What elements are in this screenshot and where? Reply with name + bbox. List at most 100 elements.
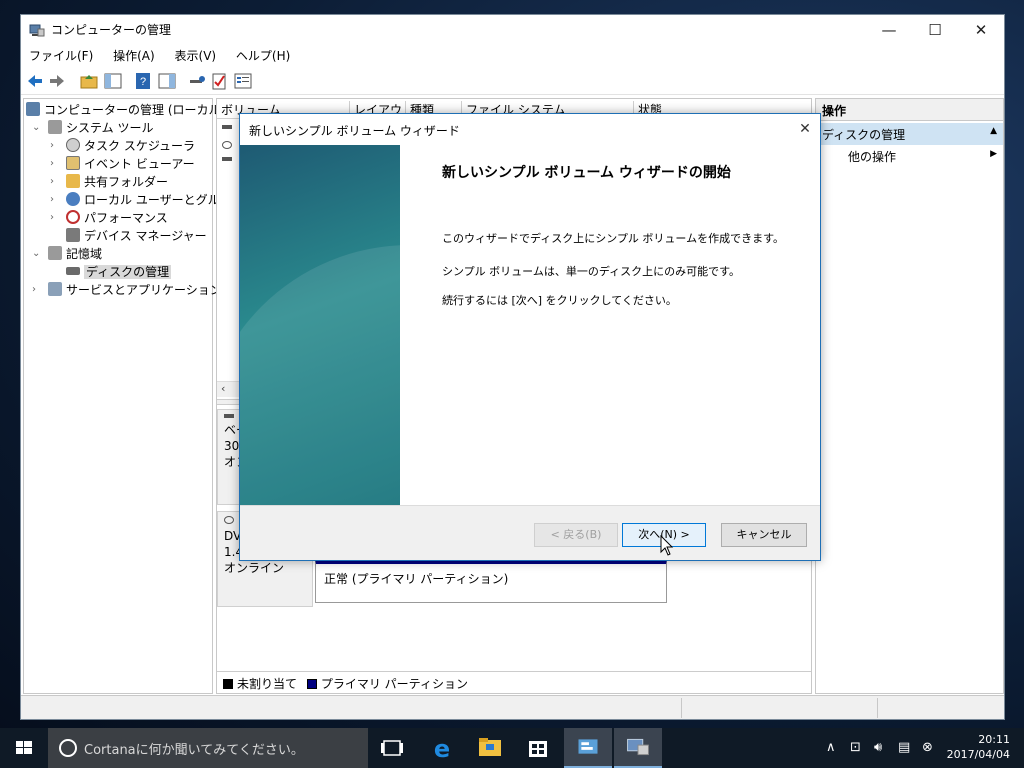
help-icon[interactable]: ? xyxy=(133,71,153,91)
action-center-icon[interactable]: ▤ xyxy=(898,740,910,755)
svg-text:?: ? xyxy=(140,76,146,88)
menu-help[interactable]: ヘルプ(H) xyxy=(228,45,298,64)
performance-icon xyxy=(66,210,80,224)
chevron-down-icon[interactable]: ⌄ xyxy=(32,245,44,263)
tree-label: パフォーマンス xyxy=(84,211,168,225)
computer-management-icon xyxy=(29,24,45,37)
windows-start-icon[interactable] xyxy=(0,728,48,768)
clock-icon xyxy=(66,138,80,152)
show-hide-action-pane-icon[interactable] xyxy=(157,71,177,91)
dvd-drive-icon xyxy=(222,141,232,149)
shared-folder-icon xyxy=(66,174,80,188)
chevron-right-icon[interactable]: › xyxy=(50,137,62,155)
tree-event-viewer[interactable]: › イベント ビューアー xyxy=(50,155,195,173)
cortana-search-box[interactable]: Cortanaに何か聞いてみてください。 xyxy=(48,728,368,768)
server-manager-taskbar-icon[interactable] xyxy=(564,728,612,768)
partition-status: 正常 (プライマリ パーティション) xyxy=(324,572,509,586)
dialog-title: 新しいシンプル ボリューム ウィザード xyxy=(249,124,460,138)
navigation-tree: コンピューターの管理 (ローカル) ⌄ システム ツール › タスク スケジューラ … xyxy=(23,98,243,694)
tree-disk-management[interactable]: ディスクの管理 xyxy=(66,263,172,281)
disk-icon xyxy=(224,414,234,418)
taskbar: Cortanaに何か聞いてみてください。 e ∧ ⊡ 🔊︎ ▤ ⊗ 20:11 … xyxy=(0,728,1024,768)
connect-icon[interactable] xyxy=(187,71,207,91)
clock-date: 2017/04/04 xyxy=(946,748,1010,761)
edge-browser-icon[interactable]: e xyxy=(418,728,466,768)
wizard-banner-image xyxy=(240,145,400,507)
volume-icon[interactable]: 🔊︎ xyxy=(874,740,882,755)
svg-text:e: e xyxy=(434,735,450,763)
computer-management-taskbar-icon[interactable] xyxy=(614,728,662,768)
checklist-icon[interactable] xyxy=(209,71,229,91)
wizard-heading: 新しいシンプル ボリューム ウィザードの開始 xyxy=(442,165,731,181)
actions-section-disk-management[interactable]: ディスクの管理 ▲ xyxy=(816,123,1003,145)
cancel-button[interactable]: キャンセル xyxy=(721,523,807,547)
actions-more-label: 他の操作 xyxy=(848,150,897,164)
chevron-right-icon[interactable]: › xyxy=(50,155,62,173)
legend-primary-swatch xyxy=(306,679,317,689)
services-icon xyxy=(48,282,62,296)
tree-device-manager[interactable]: デバイス マネージャー xyxy=(66,227,207,245)
chevron-down-icon[interactable]: ⌄ xyxy=(32,119,44,137)
tree-task-scheduler[interactable]: › タスク スケジューラ xyxy=(50,137,195,155)
collapse-up-icon[interactable]: ▲ xyxy=(990,126,997,136)
menu-view[interactable]: 表示(V) xyxy=(167,45,225,64)
mouse-cursor-icon xyxy=(660,535,674,556)
file-explorer-icon[interactable] xyxy=(466,728,514,768)
tree-performance[interactable]: › パフォーマンス xyxy=(50,209,168,227)
network-icon[interactable]: ⊡ xyxy=(850,740,861,755)
chevron-right-icon[interactable]: ▶ xyxy=(990,149,997,159)
cortana-circle-icon xyxy=(59,739,77,757)
back-button[interactable]: < 戻る(B) xyxy=(534,523,618,547)
actions-pane: 操作 ディスクの管理 ▲ 他の操作 ▶ xyxy=(815,98,1004,694)
tree-services-apps[interactable]: › サービスとアプリケーション xyxy=(32,281,222,299)
status-divider xyxy=(877,698,878,718)
chevron-right-icon[interactable]: › xyxy=(32,281,44,299)
dialog-title-bar: 新しいシンプル ボリューム ウィザード ✕ xyxy=(240,114,820,144)
tree-label: タスク スケジューラ xyxy=(84,139,195,153)
tree-shared-folders[interactable]: › 共有フォルダー xyxy=(50,173,169,191)
task-view-icon[interactable] xyxy=(368,728,416,768)
show-hidden-icons-chevron-icon[interactable]: ∧ xyxy=(826,740,836,755)
chevron-right-icon[interactable]: › xyxy=(50,173,62,191)
maximize-button[interactable]: ☐ xyxy=(912,15,958,45)
tree-root-label: コンピューターの管理 (ローカル) xyxy=(44,103,226,117)
storage-icon xyxy=(48,246,62,260)
chevron-right-icon[interactable]: › xyxy=(50,191,62,209)
close-button[interactable]: ✕ xyxy=(958,15,1004,45)
tools-icon xyxy=(48,120,62,134)
chevron-right-icon[interactable]: › xyxy=(50,209,62,227)
legend: 未割り当て プライマリ パーティション xyxy=(217,671,811,693)
dialog-close-button[interactable]: ✕ xyxy=(790,114,820,144)
tree-label: 共有フォルダー xyxy=(84,175,169,189)
tree-system-tools[interactable]: ⌄ システム ツール xyxy=(32,119,153,137)
actions-more[interactable]: 他の操作 xyxy=(848,148,896,165)
tree-root[interactable]: コンピューターの管理 (ローカル) xyxy=(26,101,225,119)
tree-label-selected: ディスクの管理 xyxy=(84,265,172,279)
users-icon xyxy=(66,192,80,206)
system-clock[interactable]: 20:11 2017/04/04 xyxy=(947,732,1010,762)
device-manager-icon xyxy=(66,228,80,242)
notification-badge-icon[interactable]: ⊗ xyxy=(922,740,933,755)
properties-icon[interactable] xyxy=(233,71,253,91)
tree-storage[interactable]: ⌄ 記憶域 xyxy=(32,245,102,263)
volume-drive-icon xyxy=(222,157,232,161)
dialog-body: 新しいシンプル ボリューム ウィザードの開始 このウィザードでディスク上にシンプ… xyxy=(400,145,820,507)
disk1-line: オンライン xyxy=(224,561,285,575)
forward-arrow-icon[interactable] xyxy=(47,71,67,91)
minimize-button[interactable]: — xyxy=(866,15,912,45)
menu-file[interactable]: ファイル(F) xyxy=(21,45,101,64)
scroll-left-arrow-icon[interactable]: ‹ xyxy=(221,382,225,395)
back-arrow-icon[interactable] xyxy=(25,71,45,91)
legend-primary-label: プライマリ パーティション xyxy=(320,677,468,691)
store-icon[interactable] xyxy=(514,728,562,768)
new-simple-volume-wizard-dialog: 新しいシンプル ボリューム ウィザード ✕ 新しいシンプル ボリューム ウィザー… xyxy=(239,113,821,561)
show-hide-tree-icon[interactable] xyxy=(103,71,123,91)
window-title: コンピューターの管理 xyxy=(51,23,172,37)
folder-up-icon[interactable] xyxy=(79,71,99,91)
menu-action[interactable]: 操作(A) xyxy=(105,45,163,64)
volume-drive-icon xyxy=(222,125,232,129)
actions-header: 操作 xyxy=(816,99,1003,121)
primary-partition-block[interactable]: 正常 (プライマリ パーティション) xyxy=(315,559,667,603)
legend-unallocated-label: 未割り当て xyxy=(237,677,298,691)
status-divider xyxy=(681,698,682,718)
